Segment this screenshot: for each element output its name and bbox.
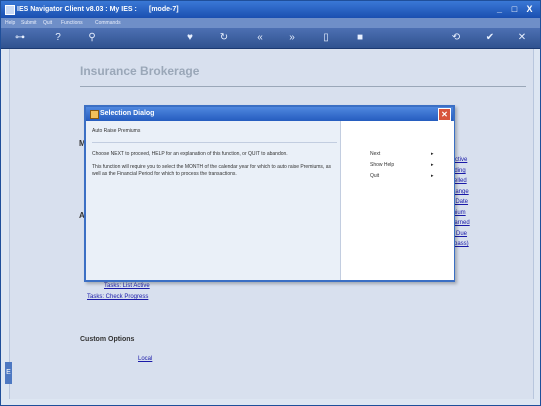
local-link[interactable]: Local bbox=[138, 356, 152, 362]
confirm-icon[interactable]: ✔ bbox=[483, 31, 497, 45]
option-show-help[interactable]: Show Help bbox=[370, 162, 394, 168]
dialog-message-panel: Auto Raise Premiums Choose NEXT to proce… bbox=[89, 125, 339, 277]
favorite-icon[interactable]: ♥ bbox=[183, 31, 197, 45]
task-link-list-active[interactable]: Tasks: List Active bbox=[104, 283, 150, 289]
back-icon[interactable]: « bbox=[253, 31, 267, 45]
chevron-right-icon: ▸ bbox=[431, 162, 434, 168]
dialog-title-bar: Selection Dialog ✕ bbox=[86, 107, 453, 121]
title-bar: IES Navigator Client v8.03 : My IES : [m… bbox=[1, 1, 540, 18]
dialog-close-icon[interactable]: ✕ bbox=[438, 108, 451, 121]
menu-quit[interactable]: Quit bbox=[43, 18, 52, 28]
selection-dialog: Selection Dialog ✕ Auto Raise Premiums C… bbox=[84, 105, 455, 282]
dialog-instructions: Choose NEXT to proceed, HELP for an expl… bbox=[92, 151, 288, 157]
stop-icon[interactable]: ■ bbox=[353, 31, 367, 45]
maximize-button[interactable]: □ bbox=[509, 4, 520, 15]
minimize-button[interactable]: _ bbox=[494, 4, 505, 15]
dialog-divider bbox=[92, 142, 337, 143]
app-icon bbox=[5, 5, 15, 15]
option-next[interactable]: Next bbox=[370, 151, 380, 157]
close-button[interactable]: X bbox=[524, 4, 535, 15]
toolbar: ⊶ ? ⚲ ♥ ↻ « » ▯ ■ ⟲ ✔ ✕ bbox=[1, 28, 540, 49]
dialog-options-panel: Next ▸ Show Help ▸ Quit ▸ bbox=[340, 121, 454, 280]
refresh-icon[interactable]: ↻ bbox=[217, 31, 231, 45]
window-mode: [mode-7] bbox=[149, 6, 179, 13]
search-icon[interactable]: ⚲ bbox=[85, 31, 99, 45]
task-link-check-progress[interactable]: Tasks: Check Progress bbox=[87, 294, 148, 300]
dialog-description: This function will require you to select… bbox=[92, 164, 331, 177]
menu-help[interactable]: Help bbox=[5, 18, 15, 28]
option-quit[interactable]: Quit bbox=[370, 173, 379, 179]
forward-icon[interactable]: » bbox=[285, 31, 299, 45]
key-icon[interactable]: ⊶ bbox=[7, 31, 33, 45]
menu-functions[interactable]: Functions bbox=[61, 18, 83, 28]
page-title: Insurance Brokerage bbox=[80, 64, 200, 78]
menu-submit[interactable]: Submit bbox=[21, 18, 37, 28]
exit-icon[interactable]: ✕ bbox=[515, 31, 529, 45]
chevron-right-icon: ▸ bbox=[431, 151, 434, 157]
dialog-heading: Auto Raise Premiums bbox=[92, 128, 141, 134]
dialog-app-icon bbox=[90, 110, 99, 119]
dialog-title: Selection Dialog bbox=[100, 110, 155, 117]
document-icon[interactable]: ▯ bbox=[319, 31, 333, 45]
taskbar-icon[interactable]: E bbox=[5, 362, 12, 384]
help-icon[interactable]: ? bbox=[51, 31, 65, 45]
menu-bar: Help Submit Quit Functions Commands bbox=[1, 18, 540, 28]
chevron-right-icon: ▸ bbox=[431, 173, 434, 179]
custom-options-heading: Custom Options bbox=[80, 336, 135, 343]
title-divider bbox=[80, 86, 526, 87]
history-icon[interactable]: ⟲ bbox=[449, 31, 463, 45]
window-title: IES Navigator Client v8.03 : My IES : bbox=[17, 6, 137, 13]
menu-commands[interactable]: Commands bbox=[95, 18, 121, 28]
